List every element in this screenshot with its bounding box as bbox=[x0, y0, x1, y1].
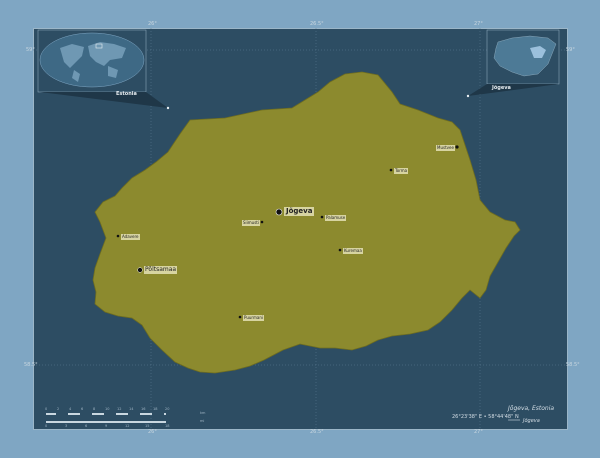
lon-tick: 27° bbox=[474, 429, 483, 435]
scale-unit-mi: mi bbox=[200, 419, 205, 423]
scale-bar bbox=[46, 413, 166, 423]
scale-tick-km: 0 bbox=[45, 407, 48, 411]
scale-tick-mi: 0 bbox=[45, 424, 48, 428]
city-marker-adavere bbox=[116, 234, 120, 238]
world-inset bbox=[37, 29, 170, 110]
scale-bar-segment bbox=[56, 413, 68, 415]
scale-tick-km: 12 bbox=[117, 407, 122, 411]
scale-bar-segment bbox=[152, 413, 164, 415]
world-inset-label: Estonia bbox=[116, 91, 137, 97]
lat-tick: 58.5° bbox=[24, 362, 38, 368]
lat-tick: 59° bbox=[26, 47, 35, 53]
city-marker-mustvee bbox=[455, 145, 459, 149]
world-globe bbox=[39, 32, 145, 88]
scale-tick-mi: 12 bbox=[125, 424, 130, 428]
map-canvas bbox=[33, 28, 566, 428]
region-jogeva-shape bbox=[92, 71, 521, 374]
lat-tick: 58.5° bbox=[566, 362, 580, 368]
legend-label: Jõgeva bbox=[523, 418, 540, 424]
callout-dot bbox=[466, 94, 470, 98]
callout-dot bbox=[166, 106, 170, 110]
scale-tick-km: 20 bbox=[165, 407, 170, 411]
lon-tick: 26.5° bbox=[310, 21, 324, 27]
city-marker-kuremaa bbox=[338, 248, 342, 252]
lon-tick: 26° bbox=[148, 429, 157, 435]
country-inset-label: Jõgeva bbox=[492, 85, 511, 91]
city-marker-jogeva bbox=[275, 208, 283, 216]
city-label-jogeva: Jõgeva bbox=[284, 207, 315, 216]
scale-tick-mi: 3 bbox=[65, 424, 68, 428]
scale-bar-segment bbox=[128, 413, 140, 415]
scale-tick-mi: 15 bbox=[145, 424, 150, 428]
city-label-puurmani: Puurmani bbox=[243, 315, 264, 321]
city-marker-palamuse bbox=[320, 215, 324, 219]
map-title: Jõgeva, Estonia bbox=[508, 405, 555, 412]
scale-tick-mi: 18 bbox=[165, 424, 170, 428]
city-label-kuremaa: Kuremaa bbox=[343, 248, 363, 254]
city-marker-poltsamaa bbox=[137, 267, 143, 273]
city-label-mustvee: Mustvee bbox=[436, 145, 455, 151]
city-label-torma: Torma bbox=[394, 168, 409, 174]
scale-tick-km: 2 bbox=[57, 407, 60, 411]
map-coordinates: 26°23'38" E • 58°44'48" N bbox=[452, 414, 519, 420]
scale-tick-km: 16 bbox=[141, 407, 146, 411]
city-marker-puurmani bbox=[238, 315, 242, 319]
lon-tick: 26° bbox=[148, 21, 157, 27]
city-label-siimusti: Siimusti bbox=[242, 220, 260, 226]
city-label-poltsamaa: Põltsamaa bbox=[144, 266, 178, 274]
scale-tick-mi: 6 bbox=[85, 424, 88, 428]
scale-bar-segment bbox=[80, 413, 92, 415]
map-stage: 26° 26.5° 27° 26° 26.5° 27° 59° 59° 58.5… bbox=[0, 0, 600, 458]
city-marker-torma bbox=[389, 168, 393, 172]
scale-unit-km: km bbox=[200, 411, 206, 415]
lon-tick: 27° bbox=[474, 21, 483, 27]
scale-tick-km: 4 bbox=[69, 407, 72, 411]
scale-tick-km: 14 bbox=[129, 407, 134, 411]
scale-tick-km: 18 bbox=[153, 407, 158, 411]
lon-tick: 26.5° bbox=[310, 429, 324, 435]
city-label-palamuse: Palamuse bbox=[325, 215, 347, 221]
world-callout bbox=[40, 92, 168, 108]
country-callout bbox=[468, 84, 559, 96]
city-marker-siimusti bbox=[260, 220, 264, 224]
scale-tick-km: 8 bbox=[93, 407, 96, 411]
lat-tick: 59° bbox=[566, 47, 575, 53]
scale-bar-segment bbox=[104, 413, 116, 415]
country-inset bbox=[466, 29, 560, 98]
scale-tick-km: 6 bbox=[81, 407, 84, 411]
scale-tick-km: 10 bbox=[105, 407, 110, 411]
scale-tick-mi: 9 bbox=[105, 424, 108, 428]
city-label-adavere: Adavere bbox=[121, 234, 140, 240]
scale-bar-mi bbox=[46, 421, 166, 423]
